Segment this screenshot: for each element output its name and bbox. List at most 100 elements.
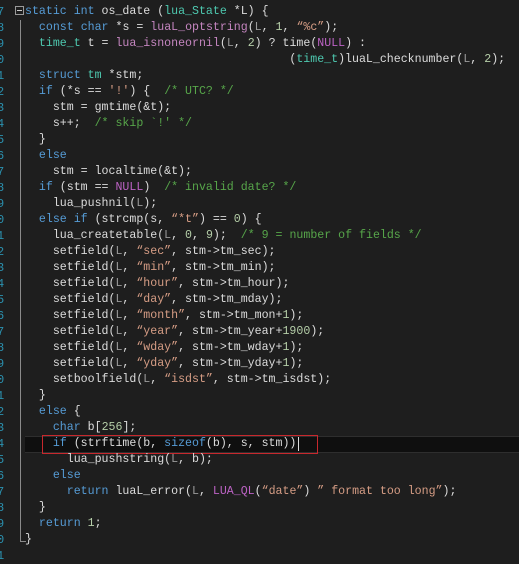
code-token: setfield( <box>25 261 116 274</box>
code-line[interactable]: else <box>25 468 505 484</box>
code-line[interactable]: if (*s == '!') { /* UTC? */ <box>25 84 505 100</box>
code-token: return <box>66 485 109 498</box>
code-line[interactable]: return 1; <box>25 516 505 532</box>
code-token: setfield( <box>25 245 116 258</box>
code-line[interactable]: else <box>25 148 505 164</box>
code-token: “hour” <box>136 277 179 290</box>
code-token: ) : <box>345 37 367 50</box>
code-token: ); <box>491 53 506 66</box>
code-token: /* skip `!' */ <box>94 117 192 130</box>
code-line[interactable]: } <box>25 388 505 404</box>
code-token: ); <box>289 341 304 354</box>
code-line[interactable]: } <box>25 532 505 548</box>
collapse-icon[interactable] <box>15 6 24 15</box>
code-line[interactable]: else if (strcmp(s, “*t”) == 0) { <box>25 212 505 228</box>
code-token: struct <box>38 69 81 82</box>
code-token: , <box>171 229 186 242</box>
code-line[interactable]: setfield(L, “yday”, stm->tm_yday+1); <box>25 356 505 372</box>
line-number: 6 <box>0 149 5 163</box>
code-token: ); <box>310 325 325 338</box>
code-token: lua_isnoneornil <box>115 37 220 50</box>
code-token: lua_State <box>164 5 227 18</box>
code-token: ) <box>143 181 165 194</box>
code-line[interactable]: else { <box>25 404 505 420</box>
code-line[interactable]: setfield(L, “min”, stm->tm_min); <box>25 260 505 276</box>
line-number: 4 <box>0 277 5 291</box>
code-token: ) { <box>240 213 262 226</box>
code-line[interactable]: (time_t)luaL_checknumber(L, 2); <box>25 52 505 68</box>
code-token: 256 <box>101 421 123 434</box>
code-line[interactable]: char b[256]; <box>25 420 505 436</box>
line-number: 1 <box>0 549 5 563</box>
line-number: 0 <box>0 533 5 547</box>
code-line[interactable]: setfield(L, “day”, stm->tm_mday); <box>25 292 505 308</box>
line-number: 9 <box>0 197 5 211</box>
code-token: int <box>73 5 95 18</box>
code-token: setfield( <box>25 341 116 354</box>
code-line[interactable]: stm = gmtime(&t); <box>25 100 505 116</box>
code-line[interactable]: const char *s = luaL_optstring(L, 1, “%c… <box>25 20 505 36</box>
code-line[interactable]: stm = localtime(&t); <box>25 164 505 180</box>
code-token: setfield( <box>25 293 116 306</box>
line-number: 0 <box>0 53 5 67</box>
code-token: “sec” <box>136 245 172 258</box>
code-line[interactable]: } <box>25 132 505 148</box>
code-token: ) ? time( <box>254 37 318 50</box>
code-token: *L) { <box>226 5 269 18</box>
code-line[interactable]: static int os_date (lua_State *L) { <box>25 4 505 20</box>
code-line[interactable]: setfield(L, “wday”, stm->tm_wday+1); <box>25 340 505 356</box>
code-token: L <box>254 21 262 34</box>
code-token: “wday” <box>136 341 179 354</box>
code-token: NULL <box>317 37 346 50</box>
code-token: , <box>470 53 485 66</box>
code-token: , stm->tm_wday+ <box>178 341 283 354</box>
code-token: ); <box>442 485 457 498</box>
code-token: , <box>122 261 137 274</box>
code-line[interactable]: if (stm == NULL) /* invalid date? */ <box>25 180 505 196</box>
code-line[interactable]: setboolfield(L, “isdst”, stm->tm_isdst); <box>25 372 505 388</box>
code-token: L <box>226 37 234 50</box>
code-editor[interactable]: static int os_date (lua_State *L) { cons… <box>25 4 505 548</box>
code-token: , <box>198 485 213 498</box>
code-line[interactable]: setfield(L, “sec”, stm->tm_sec); <box>25 244 505 260</box>
code-line[interactable]: lua_createtable(L, 0, 9); /* 9 = number … <box>25 228 505 244</box>
code-line[interactable]: setfield(L, “month”, stm->tm_mon+1); <box>25 308 505 324</box>
code-token: luaL_optstring <box>150 21 248 34</box>
line-number: 8 <box>0 501 5 515</box>
code-token: , <box>122 341 137 354</box>
code-token: , stm->tm_hour); <box>178 277 290 290</box>
code-line[interactable]: s++; /* skip `!' */ <box>25 116 505 132</box>
code-token: , <box>282 21 297 34</box>
code-token: (strcmp(s, <box>87 213 172 226</box>
code-line[interactable]: return luaL_error(L, LUA_QL(“date”) ” fo… <box>25 484 505 500</box>
code-token: } <box>25 533 32 546</box>
code-token: { <box>66 405 81 418</box>
text-cursor <box>298 437 299 451</box>
code-line[interactable]: lua_pushstring(L, b); <box>25 452 505 468</box>
code-token: ( <box>247 21 255 34</box>
line-number: 4 <box>0 437 5 451</box>
code-token: ) == <box>198 213 234 226</box>
code-token: , stm->tm_yday+ <box>178 357 283 370</box>
line-number: 1 <box>0 69 5 83</box>
code-line[interactable]: struct tm *stm; <box>25 68 505 84</box>
code-line[interactable]: lua_pushnil(L); <box>25 196 505 212</box>
code-line[interactable]: setfield(L, “year”, stm->tm_year+1900); <box>25 324 505 340</box>
code-token: 1 <box>87 517 95 530</box>
line-number: 8 <box>0 181 5 195</box>
code-token: (b), s, stm)) <box>205 437 297 450</box>
code-token: , stm->tm_min); <box>171 261 276 274</box>
code-token: , <box>192 229 206 242</box>
line-number: 4 <box>0 117 5 131</box>
code-line[interactable]: time_t t = lua_isnoneornil(L, 2) ? time(… <box>25 36 505 52</box>
code-line[interactable]: setfield(L, “hour”, stm->tm_hour); <box>25 276 505 292</box>
code-token: *stm; <box>101 69 144 82</box>
code-token: os_date ( <box>94 5 165 18</box>
code-line[interactable]: if (strftime(b, sizeof(b), s, stm)) <box>25 436 505 452</box>
line-number: 2 <box>0 85 5 99</box>
code-line[interactable]: } <box>25 500 505 516</box>
line-number: 0 <box>0 373 5 387</box>
